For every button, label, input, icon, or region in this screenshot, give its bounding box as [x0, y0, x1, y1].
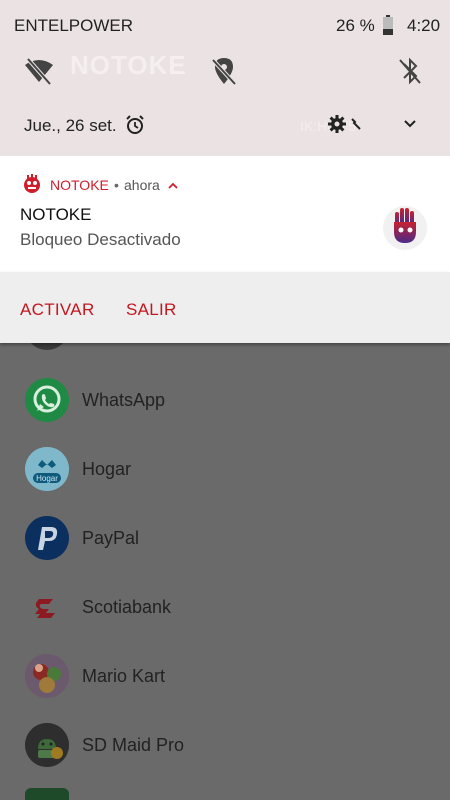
battery-icon: [382, 15, 394, 40]
carrier-name: ENTELPOWER: [14, 16, 134, 35]
scotiabank-icon: [25, 585, 69, 629]
svg-text:Hogar: Hogar: [36, 474, 58, 483]
clock: 4:20: [407, 16, 441, 35]
wifi-off-icon[interactable]: [22, 54, 56, 88]
app-label: PayPal: [82, 527, 140, 548]
paypal-icon: [25, 516, 69, 560]
status-bar: ENTELPOWER 26 % 4:20: [0, 0, 450, 50]
date-row: Jue., 26 set. IK:H0.Y5: [0, 110, 450, 140]
wrench-icon: [350, 117, 362, 136]
app-label: SD Maid Pro: [82, 734, 185, 755]
hogar-icon: Hogar: [25, 447, 69, 491]
notification-actions: ACTIVAR SALIR: [0, 272, 450, 343]
date-text: Jue., 26 set.: [24, 116, 117, 135]
app-label: Mario Kart: [82, 665, 166, 686]
notification-shade: ENTELPOWER 26 % 4:20 NOTOKE Jue., 26 set…: [0, 0, 450, 156]
app-label: WhatsApp: [82, 389, 166, 410]
location-off-icon[interactable]: [207, 54, 241, 88]
notoke-hand-icon: [382, 204, 428, 255]
list-item[interactable]: PayPal: [0, 504, 450, 572]
notification-app-name: NOTOKE: [50, 177, 109, 193]
list-item[interactable]: SD Maid Pro: [0, 711, 450, 779]
list-item[interactable]: Mario Kart: [0, 642, 450, 710]
notification-card[interactable]: NOTOKE • ahora NOTOKE Bloqueo Desactivad…: [0, 156, 450, 272]
app-label: Hogar: [82, 458, 132, 479]
list-item[interactable]: WhatsApp: [0, 366, 450, 434]
notification-time: ahora: [124, 177, 160, 193]
chevron-up-icon[interactable]: [167, 178, 179, 196]
quick-settings-row: [0, 54, 450, 88]
notoke-small-icon: [22, 174, 42, 199]
battery-percent: 26 %: [336, 16, 375, 35]
whatsapp-icon: [25, 378, 69, 422]
notification-title: NOTOKE: [20, 205, 92, 224]
sd-maid-icon: [25, 723, 69, 767]
notification-text: Bloqueo Desactivado: [20, 230, 181, 249]
alarm-icon: [124, 114, 146, 141]
list-item[interactable]: Hogar Hogar: [0, 435, 450, 503]
chevron-down-icon[interactable]: [402, 116, 418, 137]
salir-button[interactable]: SALIR: [126, 300, 177, 320]
list-item[interactable]: Scotiabank: [0, 573, 450, 641]
app-label: Scotiabank: [82, 596, 172, 617]
settings-icon[interactable]: [327, 114, 347, 139]
mario-kart-icon: [25, 654, 69, 698]
bluetooth-off-icon[interactable]: [393, 54, 427, 88]
app-list: WhatsApp Hogar Hogar PayPal Scotiabank M…: [0, 328, 450, 800]
separator-dot: •: [114, 177, 119, 193]
partial-app-icon: [25, 788, 69, 800]
activar-button[interactable]: ACTIVAR: [20, 300, 95, 320]
